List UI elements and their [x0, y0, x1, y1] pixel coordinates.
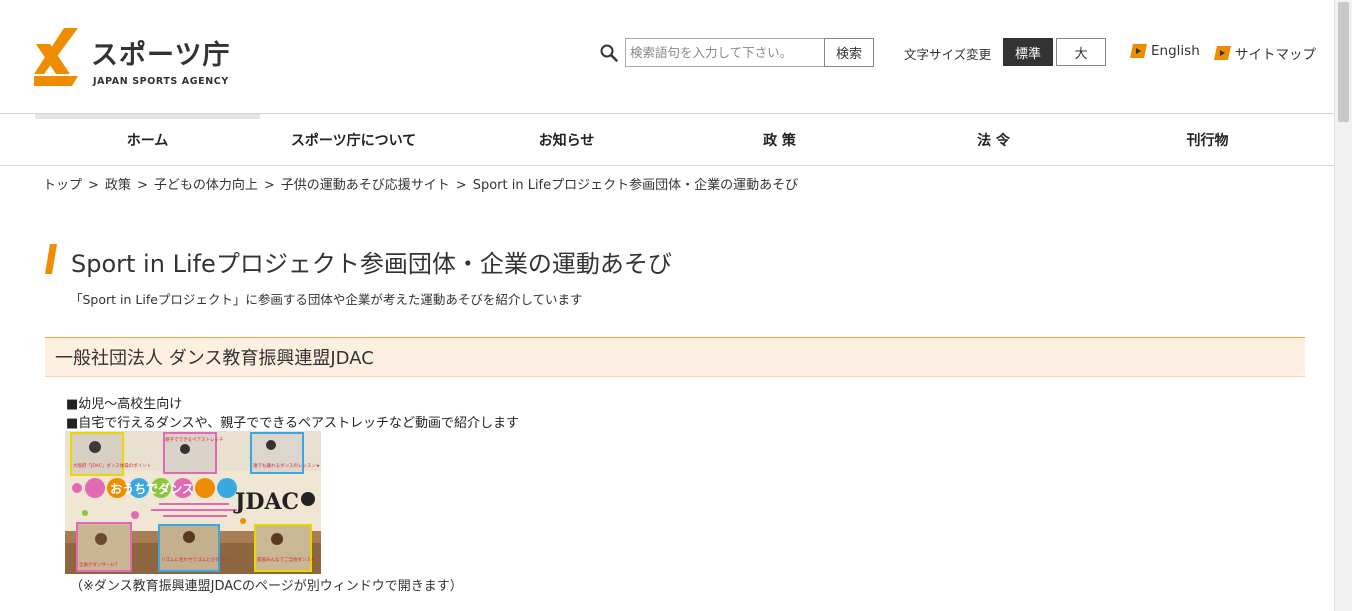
- jdac-banner-link[interactable]: おうちでダンス JDAC 大阪府「JDAC」ダンス体操のポイント 親子でできるペ…: [65, 431, 321, 574]
- breadcrumb: トップ > 政策 > 子どもの体力向上 > 子供の運動あそび応援サイト > Sport in L…: [43, 174, 798, 193]
- jdac-banner-image: おうちでダンス JDAC 大阪府「JDAC」ダンス体操のポイント 親子でできるペ…: [65, 431, 321, 574]
- banner-caption-1: 大阪府「JDAC」ダンス体操のポイント: [73, 462, 151, 469]
- breadcrumb-separator: >: [455, 178, 467, 193]
- nav-item-home[interactable]: ホーム: [35, 114, 260, 165]
- scrollbar-thumb[interactable]: [1338, 2, 1349, 122]
- search-icon: [600, 44, 618, 62]
- section-heading: 一般社団法人 ダンス教育振興連盟JDAC: [45, 337, 1305, 377]
- sitemap-link[interactable]: サイトマップ: [1214, 43, 1316, 63]
- page-title: Sport in Lifeプロジェクト参画団体・企業の運動あそび: [71, 250, 672, 278]
- banner-title: おうちでダンス: [110, 481, 194, 496]
- english-link-label: English: [1151, 43, 1200, 59]
- breadcrumb-child-fitness[interactable]: 子どもの体力向上: [154, 178, 258, 193]
- banner-caption-3: 誰でも踊れるダンスのレッスン★: [253, 462, 320, 469]
- font-size-standard-button[interactable]: 標準: [1003, 38, 1053, 66]
- title-accent-bar: [45, 244, 57, 274]
- logo-japanese-text: スポーツ庁: [91, 40, 231, 71]
- content-description-text: ■自宅で行えるダンスや、親子でできるペアストレッチなど動画で紹介します: [66, 416, 519, 431]
- arrow-right-icon: [1130, 44, 1147, 58]
- breadcrumb-separator: >: [263, 178, 275, 193]
- banner-caption-4: 全員がダンサーに？: [79, 561, 120, 568]
- breadcrumb-top[interactable]: トップ: [43, 178, 82, 193]
- site-logo[interactable]: スポーツ庁 JAPAN SPORTS AGENCY: [34, 28, 229, 92]
- banner-caption-5: リズムに合わせてゴムとびダンス: [161, 556, 229, 563]
- logo-english-text: JAPAN SPORTS AGENCY: [93, 76, 229, 87]
- breadcrumb-child-play-site[interactable]: 子供の運動あそび応援サイト: [281, 178, 450, 193]
- breadcrumb-current: Sport in Lifeプロジェクト参画団体・企業の運動あそび: [472, 178, 799, 193]
- page-description: 「Sport in Lifeプロジェクト」に参画する団体や企業が考えた運動あそび…: [70, 292, 583, 307]
- breadcrumb-policy[interactable]: 政策: [105, 178, 131, 193]
- target-age-text: ■幼児～高校生向け: [66, 397, 183, 412]
- sitemap-link-label: サイトマップ: [1235, 47, 1316, 63]
- nav-item-policy[interactable]: 政 策: [667, 114, 892, 165]
- banner-caption-6: 家族みんなでご当地ダンス★: [257, 556, 315, 563]
- font-size-label: 文字サイズ変更: [904, 47, 992, 62]
- sports-agency-logo-icon: [34, 28, 78, 86]
- nav-item-law[interactable]: 法 令: [881, 114, 1106, 165]
- global-nav: ホーム スポーツ庁について お知らせ 政 策 法 令 刊行物: [0, 113, 1352, 166]
- english-link[interactable]: English: [1130, 43, 1200, 59]
- font-size-large-button[interactable]: 大: [1056, 38, 1106, 66]
- nav-item-publications[interactable]: 刊行物: [1095, 114, 1320, 165]
- arrow-right-icon: [1214, 46, 1231, 60]
- breadcrumb-separator: >: [88, 178, 99, 193]
- search-input[interactable]: [625, 38, 824, 67]
- banner-jdac-logo: JDAC: [233, 489, 299, 515]
- nav-item-about[interactable]: スポーツ庁について: [241, 114, 466, 165]
- nav-item-news[interactable]: お知らせ: [454, 114, 679, 165]
- external-window-note: （※ダンス教育振興連盟JDACのページが別ウィンドウで開きます）: [70, 579, 463, 594]
- vertical-scrollbar[interactable]: [1334, 0, 1352, 611]
- search-button[interactable]: 検索: [824, 38, 874, 67]
- breadcrumb-separator: >: [136, 178, 148, 193]
- banner-caption-2: 親子でできるペアストレッチ: [165, 436, 224, 443]
